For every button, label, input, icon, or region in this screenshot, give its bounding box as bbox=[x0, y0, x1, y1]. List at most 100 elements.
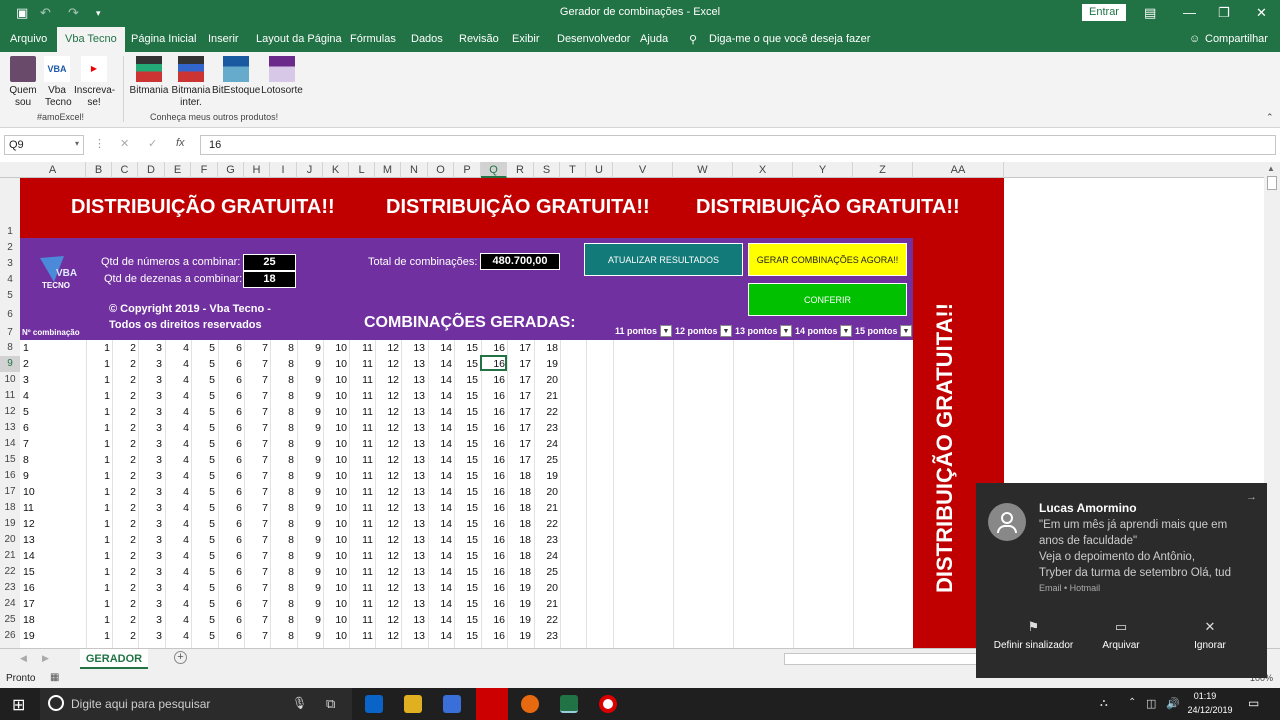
opera-icon[interactable] bbox=[476, 688, 508, 720]
grid-cell[interactable]: 11 bbox=[353, 438, 373, 450]
grid-cell[interactable]: 6 bbox=[222, 390, 242, 402]
formula-input[interactable]: 16 bbox=[200, 135, 1276, 155]
grid-cell[interactable]: 15 bbox=[458, 422, 478, 434]
grid-cell[interactable]: 18 bbox=[511, 534, 531, 546]
scroll-up-icon[interactable]: ▲ bbox=[1267, 164, 1275, 173]
grid-cell[interactable]: 1 bbox=[90, 438, 110, 450]
row-header-5[interactable]: 5 bbox=[0, 288, 20, 304]
grid-cell[interactable]: 11 bbox=[353, 374, 373, 386]
grid-cell[interactable]: 9 bbox=[301, 422, 321, 434]
grid-cell[interactable]: 7 bbox=[248, 406, 268, 418]
grid-cell[interactable]: 16 bbox=[485, 438, 505, 450]
row-header-14[interactable]: 14 bbox=[0, 436, 20, 452]
grid-cell[interactable]: 1 bbox=[90, 470, 110, 482]
grid-cell[interactable]: 4 bbox=[169, 470, 189, 482]
grid-cell[interactable]: 6 bbox=[222, 406, 242, 418]
bitmania-inter-button[interactable]: Bitmania inter. bbox=[170, 56, 212, 109]
grid-cell[interactable]: 9 bbox=[301, 406, 321, 418]
grid-cell[interactable]: 22 bbox=[538, 518, 558, 530]
row-header-18[interactable]: 18 bbox=[0, 500, 20, 516]
grid-cell[interactable]: 2 bbox=[116, 630, 136, 642]
tab-formulas[interactable]: Fórmulas bbox=[350, 33, 396, 45]
grid-cell[interactable]: 12 bbox=[379, 390, 399, 402]
row-header-11[interactable]: 11 bbox=[0, 388, 20, 404]
grid-cell[interactable]: 1 bbox=[90, 518, 110, 530]
people-icon[interactable]: ⛬ bbox=[1100, 697, 1108, 710]
grid-cell[interactable]: 23 bbox=[538, 630, 558, 642]
grid-cell[interactable]: 23 bbox=[538, 422, 558, 434]
grid-cell[interactable]: 4 bbox=[169, 630, 189, 642]
microphone-icon[interactable]: 🎙 bbox=[292, 696, 307, 710]
grid-cell[interactable]: 20 bbox=[538, 582, 558, 594]
grid-cell[interactable]: 3 bbox=[142, 342, 162, 354]
grid-cell[interactable]: 14 bbox=[432, 486, 452, 498]
grid-cell[interactable]: 5 bbox=[195, 486, 215, 498]
grid-cell[interactable]: 14 bbox=[432, 614, 452, 626]
grid-cell[interactable]: 9 bbox=[301, 534, 321, 546]
active-cell[interactable] bbox=[480, 355, 507, 371]
grid-cell[interactable]: 11 bbox=[353, 454, 373, 466]
grid-cell[interactable]: 13 bbox=[405, 358, 425, 370]
grid-cell[interactable]: 16 bbox=[485, 342, 505, 354]
column-header-h[interactable]: H bbox=[244, 162, 270, 178]
grid-cell[interactable]: 12 bbox=[379, 470, 399, 482]
grid-cell[interactable]: 7 bbox=[248, 550, 268, 562]
grid-cell[interactable]: 13 bbox=[405, 454, 425, 466]
flag-action-button[interactable]: ⚑ Definir sinalizador bbox=[986, 619, 1081, 651]
grid-cell[interactable]: 15 bbox=[458, 454, 478, 466]
column-header-w[interactable]: W bbox=[673, 162, 733, 178]
grid-cell[interactable]: 6 bbox=[222, 454, 242, 466]
grid-cell[interactable]: 6 bbox=[222, 550, 242, 562]
qtd-numeros-input[interactable]: 25 bbox=[243, 254, 296, 271]
row-header-20[interactable]: 20 bbox=[0, 532, 20, 548]
grid-cell[interactable]: 10 bbox=[327, 342, 347, 354]
tab-inserir[interactable]: Inserir bbox=[208, 33, 239, 45]
grid-cell[interactable]: 10 bbox=[327, 470, 347, 482]
grid-cell[interactable]: 2 bbox=[116, 390, 136, 402]
grid-cell[interactable]: 12 bbox=[379, 454, 399, 466]
grid-cell[interactable]: 14 bbox=[432, 582, 452, 594]
column-header-i[interactable]: I bbox=[270, 162, 297, 178]
grid-cell[interactable]: 4 bbox=[169, 390, 189, 402]
row-header-26[interactable]: 26 bbox=[0, 628, 20, 644]
grid-cell[interactable]: 19 bbox=[538, 470, 558, 482]
grid-cell[interactable]: 15 bbox=[458, 550, 478, 562]
column-header-r[interactable]: R bbox=[507, 162, 534, 178]
grid-cell[interactable]: 8 bbox=[274, 582, 294, 594]
grid-cell[interactable]: 16 bbox=[485, 598, 505, 610]
grid-cell[interactable]: 11 bbox=[353, 566, 373, 578]
grid-cell[interactable]: 7 bbox=[248, 598, 268, 610]
column-header-j[interactable]: J bbox=[297, 162, 323, 178]
column-header-d[interactable]: D bbox=[138, 162, 165, 178]
grid-cell[interactable]: 16 bbox=[485, 422, 505, 434]
grid-cell[interactable]: 5 bbox=[195, 454, 215, 466]
grid-cell[interactable]: 2 bbox=[116, 566, 136, 578]
tab-revisao[interactable]: Revisão bbox=[459, 33, 499, 45]
row-header-22[interactable]: 22 bbox=[0, 564, 20, 580]
quem-sou-button[interactable]: Quem sou bbox=[6, 56, 40, 109]
grid-cell[interactable]: 7 bbox=[248, 438, 268, 450]
grid-cell[interactable]: 2 bbox=[116, 374, 136, 386]
grid-cell[interactable]: 12 bbox=[379, 534, 399, 546]
grid-cell[interactable]: 4 bbox=[169, 454, 189, 466]
grid-cell[interactable]: 8 bbox=[274, 534, 294, 546]
row-header-7[interactable]: 7 bbox=[0, 326, 20, 340]
row-header-3[interactable]: 3 bbox=[0, 256, 20, 272]
grid-cell[interactable]: 3 bbox=[142, 438, 162, 450]
grid-cell[interactable]: 12 bbox=[379, 486, 399, 498]
grid-cell[interactable]: 13 bbox=[405, 374, 425, 386]
windows-start-icon[interactable]: ⊞ bbox=[12, 695, 25, 715]
grid-cell[interactable]: 4 bbox=[169, 486, 189, 498]
grid-cell[interactable]: 14 bbox=[432, 598, 452, 610]
grid-cell[interactable]: 16 bbox=[485, 566, 505, 578]
grid-cell[interactable]: 8 bbox=[274, 374, 294, 386]
email-notification[interactable]: → Lucas Amormino "Em um mês já aprendi m… bbox=[976, 483, 1267, 678]
grid-cell[interactable]: 8 bbox=[274, 358, 294, 370]
grid-cell[interactable]: 10 bbox=[327, 518, 347, 530]
grid-cell[interactable]: 11 bbox=[353, 470, 373, 482]
firefox-icon[interactable] bbox=[521, 695, 539, 713]
grid-cell[interactable]: 10 bbox=[327, 630, 347, 642]
grid-cell[interactable]: 10 bbox=[327, 486, 347, 498]
grid-cell[interactable]: 9 bbox=[301, 598, 321, 610]
grid-cell[interactable]: 7 bbox=[248, 614, 268, 626]
